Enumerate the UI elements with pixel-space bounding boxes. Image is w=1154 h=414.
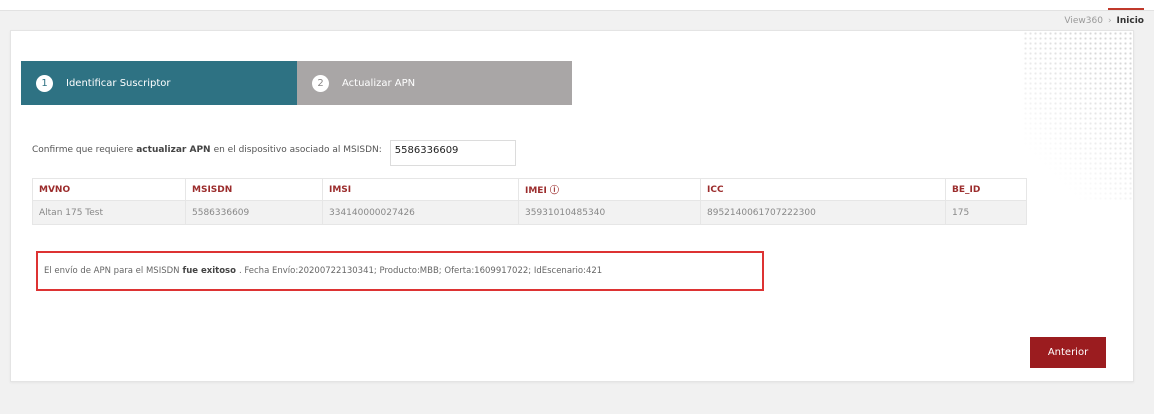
- step-number-badge: 1: [36, 74, 53, 92]
- top-accent-line: [1108, 8, 1144, 10]
- step-actualizar-apn[interactable]: 2 Actualizar APN: [297, 61, 572, 105]
- cell-be-id: 175: [945, 200, 1027, 225]
- column-header-imei: IMEI ⓘ: [518, 178, 701, 201]
- column-header-be-id: BE_ID: [945, 178, 1027, 201]
- cell-mvno: Altan 175 Test: [32, 200, 186, 225]
- result-text-bold: fue exitoso: [182, 266, 236, 276]
- confirm-text-after: en el dispositivo asociado al MSISDN:: [213, 145, 382, 155]
- subscriber-table: MVNO MSISDN IMSI IMEI ⓘ ICC BE_ID Altan …: [32, 178, 1027, 225]
- decorative-dot-pattern: [1023, 31, 1133, 201]
- step-label: Actualizar APN: [342, 77, 416, 89]
- confirm-message: Confirme que requiere actualizar APN en …: [32, 134, 516, 166]
- msisdn-field[interactable]: 5586336609: [389, 140, 516, 166]
- cell-imsi: 334140000027426: [322, 200, 519, 225]
- step-number-badge: 2: [312, 74, 329, 92]
- confirm-text-before: Confirme que requiere: [32, 145, 134, 155]
- anterior-button[interactable]: Anterior: [1030, 337, 1106, 368]
- breadcrumb-current: Inicio: [1116, 16, 1144, 26]
- result-text-before: El envío de APN para el MSISDN: [44, 266, 180, 276]
- column-header-msisdn: MSISDN: [185, 178, 323, 201]
- breadcrumb: View360 › Inicio: [1064, 16, 1144, 26]
- column-header-icc: ICC: [700, 178, 946, 201]
- table-row: Altan 175 Test 5586336609 33414000002742…: [32, 200, 1027, 225]
- confirm-text-bold: actualizar APN: [136, 145, 211, 155]
- result-message: El envío de APN para el MSISDN fue exito…: [36, 251, 764, 291]
- step-identificar-suscriptor[interactable]: 1 Identificar Suscriptor: [21, 61, 297, 105]
- breadcrumb-separator: ›: [1107, 16, 1112, 26]
- column-header-mvno: MVNO: [32, 178, 186, 201]
- wizard-steps: 1 Identificar Suscriptor 2 Actualizar AP…: [21, 61, 572, 105]
- table-header-row: MVNO MSISDN IMSI IMEI ⓘ ICC BE_ID: [32, 178, 1027, 201]
- cell-msisdn: 5586336609: [185, 200, 323, 225]
- top-bar: [0, 0, 1154, 11]
- main-panel: 1 Identificar Suscriptor 2 Actualizar AP…: [10, 30, 1134, 382]
- step-label: Identificar Suscriptor: [66, 77, 171, 89]
- cell-icc: 8952140061707222300: [700, 200, 946, 225]
- breadcrumb-root[interactable]: View360: [1064, 16, 1103, 26]
- column-header-imsi: IMSI: [322, 178, 519, 201]
- cell-imei: 35931010485340: [518, 200, 701, 225]
- result-text-after: . Fecha Envío:20200722130341; Producto:M…: [238, 266, 603, 276]
